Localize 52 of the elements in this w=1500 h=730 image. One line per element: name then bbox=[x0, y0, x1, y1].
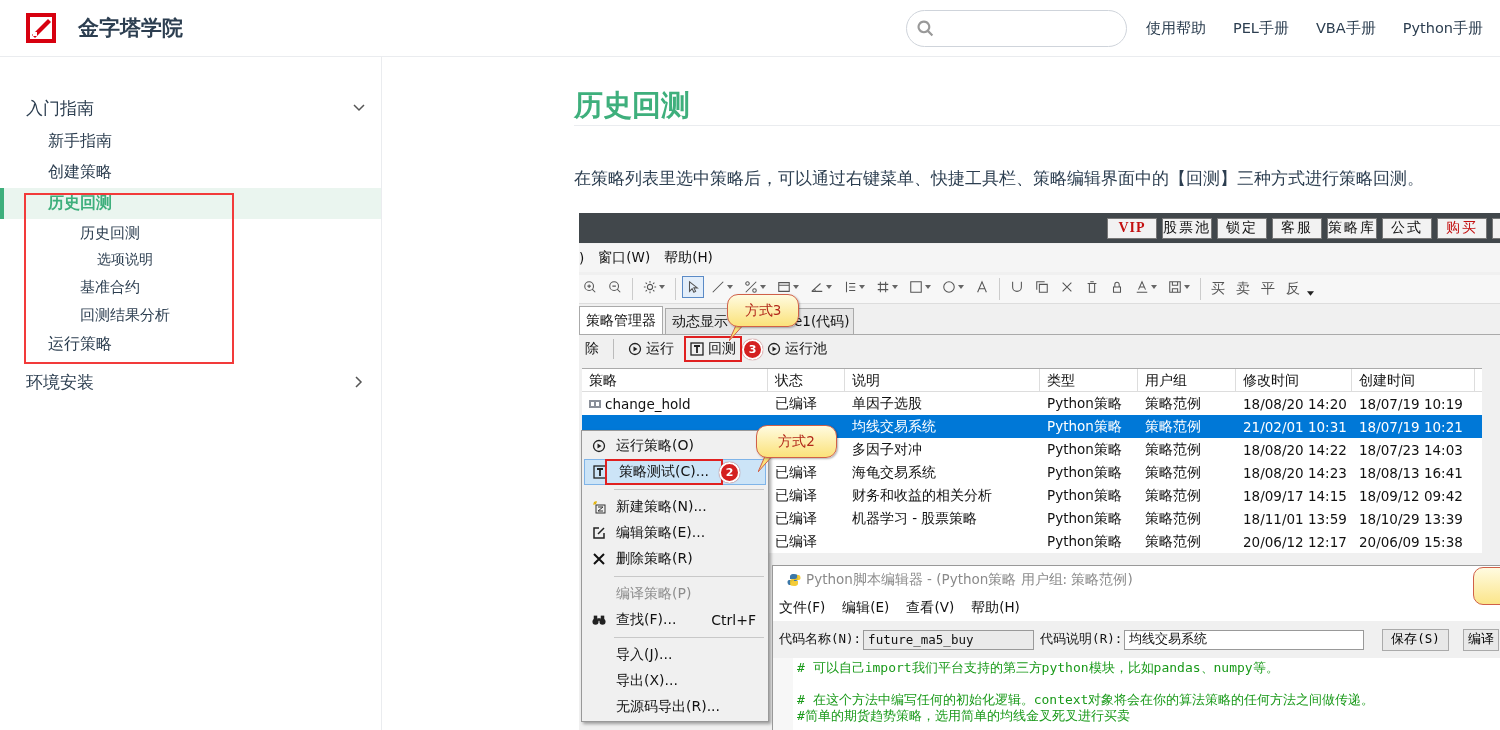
table-cell: 18/07/19 10:19 bbox=[1359, 395, 1463, 412]
table-cell: 机器学习 - 股票策略 bbox=[852, 509, 978, 528]
table-cell: 18/07/19 10:21 bbox=[1359, 418, 1463, 435]
table-cell: 策略范例 bbox=[1145, 532, 1201, 551]
table-cell: Python策略 bbox=[1047, 509, 1122, 528]
table-cell: 18/07/23 14:03 bbox=[1359, 441, 1463, 458]
table-cell: 18/09/17 14:15 bbox=[1243, 487, 1347, 504]
table-cell: 策略范例 bbox=[1145, 486, 1201, 505]
page-title: 历史回测 bbox=[574, 85, 1500, 126]
field-label: 代码名称(N): bbox=[779, 631, 862, 648]
table-cell: 18/08/20 14:20 bbox=[1243, 395, 1347, 412]
table-cell: 策略范例 bbox=[1145, 509, 1201, 528]
table-cell: Python策略 bbox=[1047, 463, 1122, 482]
table-cell: 已编译 bbox=[775, 394, 817, 413]
code-comment: # 可以自己import我们平台支持的第三方python模块，比如pandas、numpy等。 bbox=[797, 660, 1280, 676]
table-cell: change_hold bbox=[605, 395, 691, 412]
table-cell: 18/10/29 13:39 bbox=[1359, 510, 1463, 527]
table-cell: 已编译 bbox=[775, 532, 817, 551]
table-cell: Python策略 bbox=[1047, 532, 1122, 551]
table-cell: 策略范例 bbox=[1145, 394, 1201, 413]
table-cell: 已编译 bbox=[775, 509, 817, 528]
table-cell: 策略范例 bbox=[1145, 440, 1201, 459]
table-cell: 已编译 bbox=[775, 486, 817, 505]
step-badge: 3 bbox=[742, 338, 763, 360]
table-cell: 财务和收益的相关分析 bbox=[852, 486, 992, 505]
table-cell: Python策略 bbox=[1047, 394, 1122, 413]
table-cell: 18/08/13 16:41 bbox=[1359, 464, 1463, 481]
table-cell: 策略范例 bbox=[1145, 417, 1201, 436]
table-cell: 20/06/09 15:38 bbox=[1359, 533, 1463, 550]
table-cell: 18/11/01 13:59 bbox=[1243, 510, 1347, 527]
table-cell: 均线交易系统 bbox=[852, 417, 936, 436]
code-comment: #简单的期货趋势策略，选用简单的均线金叉死叉进行买卖 bbox=[797, 708, 1131, 724]
intro-paragraph: 在策略列表里选中策略后，可以通过右键菜单、快捷工具栏、策略编辑界面中的【回测】三种方式进行策略回测。 bbox=[574, 168, 1425, 190]
table-cell: Python策略 bbox=[1047, 440, 1122, 459]
table-cell: 已编译 bbox=[775, 463, 817, 482]
table-cell: 20/06/12 12:17 bbox=[1243, 533, 1347, 550]
table-cell: 21/02/01 10:31 bbox=[1243, 418, 1347, 435]
shortcut-label: Ctrl+F bbox=[711, 612, 756, 628]
table-cell: 海龟交易系统 bbox=[852, 463, 936, 482]
table-cell: 单因子选股 bbox=[852, 394, 922, 413]
table-cell: 策略范例 bbox=[1145, 463, 1201, 482]
step-tooltip: 方式2 bbox=[756, 425, 837, 458]
table-cell: 多因子对冲 bbox=[852, 440, 922, 459]
table-cell: 18/08/20 14:22 bbox=[1243, 441, 1347, 458]
step-badge: 2 bbox=[719, 461, 741, 483]
field-label: 代码说明(R): bbox=[1040, 631, 1123, 648]
table-cell: Python策略 bbox=[1047, 486, 1122, 505]
window-title: Python脚本编辑器 - (Python策略 用户组: 策略范例) bbox=[806, 571, 1133, 589]
table-cell: Python策略 bbox=[1047, 417, 1122, 436]
table-cell: 18/08/20 14:23 bbox=[1243, 464, 1347, 481]
code-comment: # 在这个方法中编写任何的初始化逻辑。context对象将会在你的算法策略的任何方法之间做传递。 bbox=[797, 692, 1375, 708]
table-cell: 18/09/12 09:42 bbox=[1359, 487, 1463, 504]
